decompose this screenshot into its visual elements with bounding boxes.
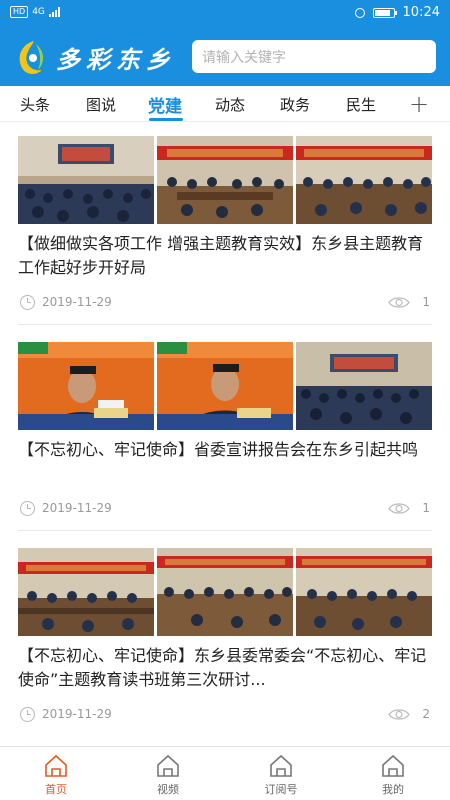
nav-video[interactable]: 视频 [128, 753, 208, 797]
clock-icon [20, 501, 35, 516]
article-meta: 2019-11-29 2 [18, 706, 432, 724]
meeting-hall-photo [296, 548, 432, 636]
article-card[interactable]: 【做细做实各项工作 增强主题教育实效】东乡县主题教育工作起好步开好局 2019-… [18, 136, 432, 325]
tab-tushuo[interactable]: 图说 [86, 94, 116, 115]
divider [18, 530, 432, 531]
category-tabs: 头条 图说 党建 动态 政务 民生 + [0, 86, 450, 122]
tab-dangjian[interactable]: 党建 [148, 92, 182, 117]
nav-home-label: 首页 [45, 783, 67, 796]
search-input[interactable]: 请输入关键字 [192, 40, 436, 73]
article-image-strip [18, 548, 432, 636]
tab-dongtai[interactable]: 动态 [215, 94, 245, 115]
article-card[interactable]: 【不忘初心、牢记使命】省委宣讲报告会在东乡引起共鸣 2019-11-29 1 [18, 342, 432, 531]
eye-icon [388, 297, 410, 308]
battery-icon [372, 7, 397, 18]
article-views: 1 [422, 501, 430, 515]
article-date: 2019-11-29 [42, 501, 112, 515]
tab-zhengwu[interactable]: 政务 [280, 94, 310, 115]
home-icon [45, 754, 67, 777]
nav-subscribe-label: 订阅号 [264, 783, 298, 796]
speaker-tv-photo [18, 342, 154, 430]
app-header: 多彩东乡 请输入关键字 [0, 28, 450, 86]
meeting-hall-photo [18, 136, 154, 224]
search-placeholder: 请输入关键字 [202, 49, 286, 66]
divider [18, 324, 432, 325]
meeting-hall-photo [157, 136, 293, 224]
article-image-strip [18, 136, 432, 224]
nav-video-label: 视频 [157, 783, 179, 796]
nav-subscribe[interactable]: 订阅号 [241, 753, 321, 797]
meeting-hall-photo [296, 136, 432, 224]
alarm-icon [354, 7, 365, 18]
video-icon [157, 754, 179, 777]
plus-icon[interactable]: + [409, 90, 429, 118]
clock-icon [20, 707, 35, 722]
nav-profile-label: 我的 [382, 783, 404, 796]
bottom-navigation: 首页 视频 订阅号 我的 [0, 746, 450, 800]
clock-icon [20, 295, 35, 310]
article-views: 2 [422, 707, 430, 721]
signal-type: 4G [32, 7, 45, 17]
tab-toutiao[interactable]: 头条 [20, 94, 50, 115]
subscribe-icon [270, 754, 292, 777]
eye-icon [388, 709, 410, 720]
signal-icon [48, 7, 60, 17]
article-date: 2019-11-29 [42, 707, 112, 721]
article-card[interactable]: 【不忘初心、牢记使命】东乡县委常委会“不忘初心、牢记使命”主题教育读书班第三次研… [18, 548, 432, 737]
app-logo-icon [19, 41, 44, 74]
article-title[interactable]: 【做细做实各项工作 增强主题教育实效】东乡县主题教育工作起好步开好局 [18, 232, 432, 280]
tab-minsheng[interactable]: 民生 [346, 94, 376, 115]
meeting-hall-photo [18, 548, 154, 636]
nav-home[interactable]: 首页 [16, 753, 96, 797]
eye-icon [388, 503, 410, 514]
battery-fill [374, 9, 390, 16]
network-type: HD [10, 6, 29, 18]
article-title[interactable]: 【不忘初心、牢记使命】东乡县委常委会“不忘初心、牢记使命”主题教育读书班第三次研… [18, 644, 432, 692]
clock-time: 10:24 [402, 5, 440, 20]
meeting-hall-photo [157, 548, 293, 636]
article-image-strip [18, 342, 432, 430]
article-title[interactable]: 【不忘初心、牢记使命】省委宣讲报告会在东乡引起共鸣 [18, 438, 432, 462]
article-date: 2019-11-29 [42, 295, 112, 309]
profile-icon [382, 754, 404, 777]
article-meta: 2019-11-29 1 [18, 500, 432, 518]
speaker-tv-photo [157, 342, 293, 430]
app-brand-name: 多彩东乡 [56, 45, 176, 74]
active-tab-indicator [149, 118, 183, 121]
article-views: 1 [422, 295, 430, 309]
meeting-hall-photo [296, 342, 432, 430]
nav-profile[interactable]: 我的 [353, 753, 433, 797]
status-bar: HD 4G 10:24 [0, 0, 450, 28]
article-meta: 2019-11-29 1 [18, 294, 432, 312]
